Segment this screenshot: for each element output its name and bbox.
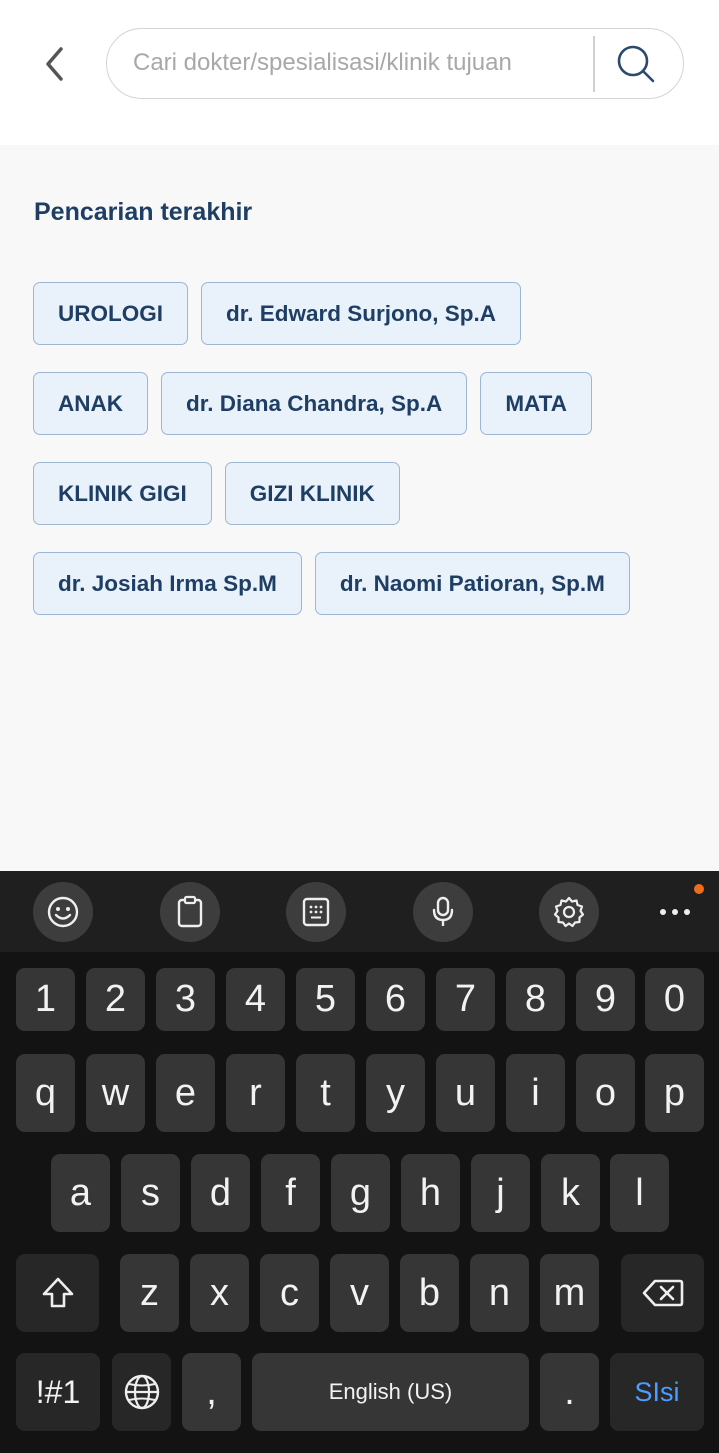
chip-row: UROLOGI dr. Edward Surjono, Sp.A — [33, 282, 693, 345]
search-divider — [593, 36, 595, 92]
key-i[interactable]: i — [506, 1054, 565, 1132]
settings-icon — [553, 896, 585, 928]
key-g[interactable]: g — [331, 1154, 390, 1232]
microphone-icon — [432, 896, 454, 926]
chip-row: ANAK dr. Diana Chandra, Sp.A MATA — [33, 372, 693, 435]
key-u[interactable]: u — [436, 1054, 495, 1132]
key-6[interactable]: 6 — [366, 968, 425, 1031]
backspace-icon — [642, 1279, 683, 1307]
key-t[interactable]: t — [296, 1054, 355, 1132]
key-s[interactable]: s — [121, 1154, 180, 1232]
recent-searches-title: Pencarian terakhir — [34, 198, 253, 226]
key-j[interactable]: j — [471, 1154, 530, 1232]
notification-dot — [694, 884, 704, 894]
key-z[interactable]: z — [120, 1254, 179, 1332]
enter-key[interactable]: SIsi — [610, 1353, 704, 1431]
key-d[interactable]: d — [191, 1154, 250, 1232]
key-n[interactable]: n — [470, 1254, 529, 1332]
recent-search-chip[interactable]: dr. Naomi Patioran, Sp.M — [314, 552, 630, 615]
comma-key[interactable]: , — [182, 1353, 241, 1431]
key-0[interactable]: 0 — [645, 968, 704, 1031]
recent-search-chip[interactable]: MATA — [480, 372, 592, 435]
recent-search-chip[interactable]: UROLOGI — [33, 282, 188, 345]
chip-row: KLINIK GIGI GIZI KLINIK — [33, 462, 693, 525]
on-screen-keyboard: 1 2 3 4 5 6 7 8 9 0 q w e r t y u i o p … — [0, 871, 719, 1453]
key-1[interactable]: 1 — [16, 968, 75, 1031]
globe-icon — [124, 1374, 159, 1410]
key-f[interactable]: f — [261, 1154, 320, 1232]
key-e[interactable]: e — [156, 1054, 215, 1132]
keypad-icon — [302, 897, 330, 927]
clipboard-icon — [177, 895, 203, 928]
key-k[interactable]: k — [541, 1154, 600, 1232]
key-m[interactable]: m — [540, 1254, 599, 1332]
language-key[interactable] — [112, 1353, 171, 1431]
key-a[interactable]: a — [51, 1154, 110, 1232]
key-3[interactable]: 3 — [156, 968, 215, 1031]
symbols-key[interactable]: !#1 — [16, 1353, 100, 1431]
clipboard-button[interactable] — [160, 882, 220, 942]
emoji-icon — [47, 896, 79, 928]
emoji-button[interactable] — [33, 882, 93, 942]
recent-searches-list: UROLOGI dr. Edward Surjono, Sp.A ANAK dr… — [33, 282, 693, 642]
key-b[interactable]: b — [400, 1254, 459, 1332]
key-w[interactable]: w — [86, 1054, 145, 1132]
chevron-left-icon — [46, 47, 63, 81]
key-4[interactable]: 4 — [226, 968, 285, 1031]
recent-search-chip[interactable]: dr. Edward Surjono, Sp.A — [201, 282, 522, 345]
key-c[interactable]: c — [260, 1254, 319, 1332]
more-icon — [660, 909, 690, 915]
recent-search-chip[interactable]: ANAK — [33, 372, 148, 435]
key-l[interactable]: l — [610, 1154, 669, 1232]
search-input[interactable] — [133, 29, 583, 97]
key-o[interactable]: o — [576, 1054, 635, 1132]
recent-search-chip[interactable]: dr. Josiah Irma Sp.M — [33, 552, 302, 615]
key-9[interactable]: 9 — [576, 968, 635, 1031]
key-q[interactable]: q — [16, 1054, 75, 1132]
back-button[interactable] — [30, 40, 78, 88]
recent-search-chip[interactable]: dr. Diana Chandra, Sp.A — [161, 372, 468, 435]
shift-icon — [42, 1277, 73, 1308]
top-header — [0, 0, 719, 145]
recent-search-chip[interactable]: KLINIK GIGI — [33, 462, 212, 525]
search-bar — [106, 28, 684, 99]
period-key[interactable]: . — [540, 1353, 599, 1431]
keyboard-settings-button[interactable] — [539, 882, 599, 942]
space-key[interactable]: English (US) — [252, 1353, 529, 1431]
key-v[interactable]: v — [330, 1254, 389, 1332]
key-h[interactable]: h — [401, 1154, 460, 1232]
key-5[interactable]: 5 — [296, 968, 355, 1031]
key-y[interactable]: y — [366, 1054, 425, 1132]
keyboard-toolbar — [0, 871, 719, 952]
chip-row: dr. Josiah Irma Sp.M dr. Naomi Patioran,… — [33, 552, 693, 615]
key-8[interactable]: 8 — [506, 968, 565, 1031]
backspace-key[interactable] — [621, 1254, 704, 1332]
key-x[interactable]: x — [190, 1254, 249, 1332]
shift-key[interactable] — [16, 1254, 99, 1332]
voice-input-button[interactable] — [413, 882, 473, 942]
key-r[interactable]: r — [226, 1054, 285, 1132]
recent-search-chip[interactable]: GIZI KLINIK — [224, 462, 400, 525]
keypad-button[interactable] — [286, 882, 346, 942]
search-icon — [617, 45, 655, 83]
search-button[interactable] — [607, 37, 665, 91]
key-7[interactable]: 7 — [436, 968, 495, 1031]
key-p[interactable]: p — [645, 1054, 704, 1132]
key-2[interactable]: 2 — [86, 968, 145, 1031]
